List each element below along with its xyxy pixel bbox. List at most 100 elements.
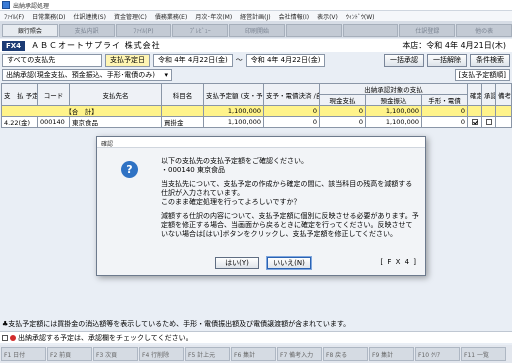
row-amount: 1,100,000 [203, 116, 264, 128]
checkbox-icon [2, 334, 8, 341]
date-to-field[interactable]: 令和 4年 4月22日(金) [245, 53, 326, 67]
condition-search-button[interactable]: 条件検索 [470, 53, 510, 67]
method-row: 出納承認(現金支払、預金振込、手形･電債のみ) ▾ [支払予定額順] [2, 69, 510, 81]
toolbar-payment-detail-button[interactable]: 支払内訳 [58, 23, 115, 37]
f8-button[interactable]: F8 戻る [323, 347, 368, 361]
row-cash: 0 [319, 116, 366, 128]
col-confirm: 確定 [467, 83, 483, 106]
row-code: 000140 [37, 116, 70, 128]
dialog-line-5: 減額する仕訳の内容について、支払予定額に個別に反映させる必要があります。予定額を… [161, 212, 419, 238]
row-payee: 東京食品 [69, 116, 162, 128]
total-auto: 0 [263, 105, 320, 117]
f2-button[interactable]: F2 前頁 [47, 347, 92, 361]
approve-checkbox-cell[interactable] [481, 116, 497, 128]
date-from-field[interactable]: 令和 4年 4月22日(金) [153, 53, 233, 67]
confirm-dialog: 確認 ? 以下の支払先の支払予定額をご確認ください。 ・000140 東京食品 当… [96, 136, 426, 276]
toolbar-bank-inquiry-button[interactable]: 銀行照会 [2, 23, 58, 37]
menu-plan[interactable]: 経営計画(J) [240, 12, 270, 21]
toolbar-blank2-button[interactable] [342, 23, 399, 37]
menu-file[interactable]: ﾌｧｲﾙ(F) [4, 12, 24, 21]
confirm-checkbox[interactable] [471, 119, 478, 125]
f9-button[interactable]: F9 集計 [369, 347, 414, 361]
table-header-row: 支 払 予定日 コード 支払先名 科目名 支払予定額 (支・予定・電債) 支予・… [1, 83, 512, 106]
f5-button[interactable]: F5 計上元 [185, 347, 230, 361]
payee-scope-select[interactable]: すべての支払先 [2, 53, 102, 67]
red-dot-icon [10, 334, 16, 341]
row-date: 4.22(金) [1, 116, 38, 128]
payment-table: 支 払 予定日 コード 支払先名 科目名 支払予定額 (支・予定・電債) 支予・… [1, 83, 512, 128]
status-message: ♣支払予定額には買掛金の消込額等を表示しているため、手形・電債振出額及び電債譲渡… [2, 320, 351, 328]
menu-funds[interactable]: 資金管理(C) [114, 12, 147, 21]
title-bar: 出納承認処理 [0, 0, 512, 11]
menu-daily[interactable]: 日常業務(D) [32, 12, 65, 21]
payment-method-value: 出納承認(現金支払、預金振込、手形･電債のみ) [6, 71, 155, 79]
menu-debt[interactable]: 債務業務(E) [155, 12, 187, 21]
dialog-title: 確認 [97, 137, 425, 148]
app-icon [2, 1, 10, 9]
toolbar-preview-button[interactable]: ﾌﾟﾚﾋﾞｭｰ [172, 23, 229, 37]
f10-button[interactable]: F10 ｸﾘｱ [415, 347, 460, 361]
sort-order-label[interactable]: [支払予定額順] [454, 69, 510, 81]
col-group-target: 出納承認対象の支払 [318, 83, 469, 95]
total-label: 【合 計】 [1, 105, 162, 117]
col-bank: 預金振込 [365, 94, 422, 106]
table-row[interactable]: 4.22(金) 000140 東京食品 買掛金 1,100,000 0 0 1,… [1, 116, 512, 128]
col-note: 備考 [495, 83, 512, 106]
confirm-checkbox-cell[interactable] [467, 116, 483, 128]
question-icon: ? [121, 161, 138, 178]
f3-button[interactable]: F3 次頁 [93, 347, 138, 361]
dialog-buttons: はい(Y) いいえ(N) [215, 256, 312, 270]
chevron-down-icon: ▾ [164, 71, 168, 79]
toolbar-file-button[interactable]: ﾌｧｲﾙ(P) [115, 23, 172, 37]
bulk-approve-button[interactable]: 一括承認 [384, 53, 424, 67]
company-name: ＡＢＣオートサプライ 株式会社 [31, 41, 161, 50]
fx-badge: FX4 [2, 40, 26, 51]
total-row: 【合 計】 1,100,000 0 0 1,100,000 0 [1, 105, 512, 117]
menu-journal[interactable]: 仕訳連携(S) [73, 12, 106, 21]
total-amount: 1,100,000 [203, 105, 264, 117]
toolbar-journal-button[interactable]: 仕訳登録 [399, 23, 456, 37]
total-bank: 1,100,000 [365, 105, 422, 117]
f7-button[interactable]: F7 備考入力 [277, 347, 322, 361]
row-bill: 0 [420, 116, 469, 128]
dialog-message: 以下の支払先の支払予定額をご確認ください。 ・000140 東京食品 当支払先につ… [161, 157, 419, 244]
date-separator: ～ [235, 56, 243, 64]
col-approve: 承認 [481, 83, 497, 106]
note-cell[interactable] [495, 116, 512, 128]
no-button[interactable]: いいえ(N) [266, 256, 312, 270]
payment-method-select[interactable]: 出納承認(現金支払、預金振込、手形･電債のみ) ▾ [2, 69, 172, 81]
total-cash: 0 [319, 105, 366, 117]
toolbar-other-button[interactable]: 他の表 [456, 23, 512, 37]
col-code: コード [37, 83, 70, 106]
col-amount: 支払予定額 (支・予定・電債) [203, 83, 264, 106]
filter-row: すべての支払先 支払予定日 令和 4年 4月22日(金) ～ 令和 4年 4月2… [2, 53, 510, 67]
yes-button[interactable]: はい(Y) [215, 257, 259, 269]
row-bank: 1,100,000 [365, 116, 422, 128]
f1-button[interactable]: F1 日付 [1, 347, 46, 361]
toolbar-print-button[interactable]: 印刷開始 [229, 23, 285, 37]
menu-company[interactable]: 会社情報(I) [279, 12, 309, 21]
total-bill: 0 [420, 105, 469, 117]
f6-button[interactable]: F6 集計 [231, 347, 276, 361]
toolbar-blank-button[interactable] [285, 23, 342, 37]
date-label: 支払予定日 [105, 53, 150, 67]
menu-bar: ﾌｧｲﾙ(F) 日常業務(D) 仕訳連携(S) 資金管理(C) 債務業務(E) … [0, 11, 512, 22]
branch-date: 本店：令和 4年 4月21日(木) [402, 41, 506, 50]
col-bill: 手形・電債 [420, 94, 469, 106]
bulk-cancel-button[interactable]: 一括解除 [427, 53, 467, 67]
menu-monthly[interactable]: 月次･年次(M) [195, 12, 232, 21]
company-info-bar: FX4 ＡＢＣオートサプライ 株式会社 本店：令和 4年 4月21日(木) [0, 39, 512, 52]
menu-window[interactable]: ｳｨﾝﾄﾞｳ(W) [346, 12, 375, 21]
col-payee: 支払先名 [69, 83, 162, 106]
f4-button[interactable]: F4 行削除 [139, 347, 184, 361]
col-account: 科目名 [161, 83, 204, 106]
dialog-line-3: 当支払先について、支払予定の作成から確定の間に、該当科目の残高を減額する仕訳が入… [161, 180, 413, 206]
menu-view[interactable]: 表示(V) [317, 12, 338, 21]
col-cash: 現金支払 [319, 94, 366, 106]
hint-text: 出納承認する予定は、承認欄をチェックしてください。 [18, 333, 193, 342]
approve-checkbox[interactable] [485, 119, 492, 125]
f11-button[interactable]: F11 一覧 [461, 347, 506, 361]
dialog-fxkey: [ F X 4 ] [380, 258, 417, 266]
col-auto: 支予・電債決済 /自動引落 [263, 83, 320, 106]
function-key-bar: F1 日付 F2 前頁 F3 次頁 F4 行削除 F5 計上元 F6 集計 F7… [0, 345, 512, 363]
